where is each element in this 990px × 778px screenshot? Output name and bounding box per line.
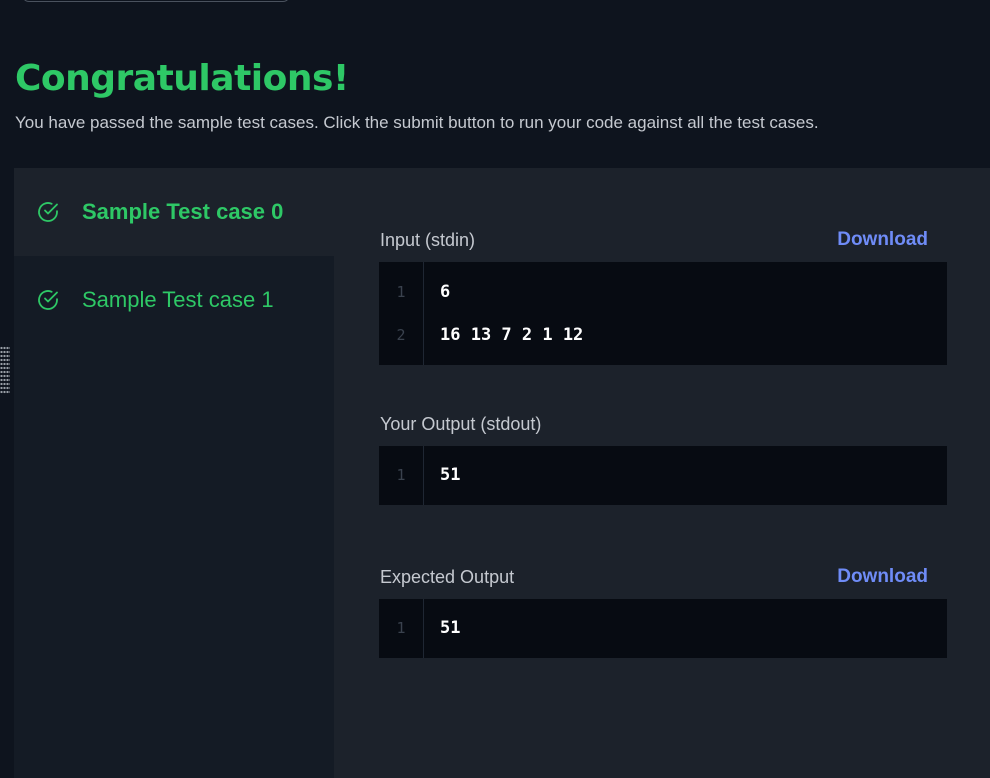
page-title: Congratulations! bbox=[15, 58, 349, 99]
test-case-tab-0[interactable]: Sample Test case 0 bbox=[14, 168, 334, 256]
code-text: 51 bbox=[440, 465, 461, 485]
input-code-box: 1 6 2 16 13 7 2 1 12 bbox=[379, 262, 947, 365]
download-expected-link[interactable]: Download bbox=[837, 566, 928, 588]
expected-output-label: Expected Output bbox=[380, 567, 515, 587]
line-number: 1 bbox=[396, 466, 406, 484]
input-label: Input (stdin) bbox=[380, 230, 476, 250]
test-case-sidebar: Sample Test case 0 Sample Test case 1 bbox=[14, 168, 334, 778]
check-circle-icon bbox=[36, 288, 60, 312]
code-line: 1 51 bbox=[379, 453, 947, 497]
check-circle-icon bbox=[36, 200, 60, 224]
resize-handle-icon[interactable] bbox=[0, 346, 10, 394]
download-input-link[interactable]: Download bbox=[837, 229, 928, 251]
code-text: 51 bbox=[440, 618, 461, 638]
code-text: 6 bbox=[440, 282, 451, 302]
test-case-label: Sample Test case 1 bbox=[82, 287, 274, 312]
your-output-code-box: 1 51 bbox=[379, 446, 947, 505]
code-line: 1 51 bbox=[379, 606, 947, 650]
line-number: 1 bbox=[396, 283, 406, 301]
test-case-tab-1[interactable]: Sample Test case 1 bbox=[14, 256, 334, 344]
code-line: 1 6 bbox=[379, 270, 947, 314]
your-output-label: Your Output (stdout) bbox=[380, 414, 542, 434]
top-input-fragment bbox=[22, 0, 290, 2]
code-line: 2 16 13 7 2 1 12 bbox=[379, 313, 947, 357]
test-case-label: Sample Test case 0 bbox=[82, 199, 284, 224]
line-number: 2 bbox=[396, 326, 406, 344]
code-text: 16 13 7 2 1 12 bbox=[440, 325, 584, 345]
page-subtitle: You have passed the sample test cases. C… bbox=[15, 113, 819, 132]
line-number: 1 bbox=[396, 619, 406, 637]
expected-output-code-box: 1 51 bbox=[379, 599, 947, 658]
